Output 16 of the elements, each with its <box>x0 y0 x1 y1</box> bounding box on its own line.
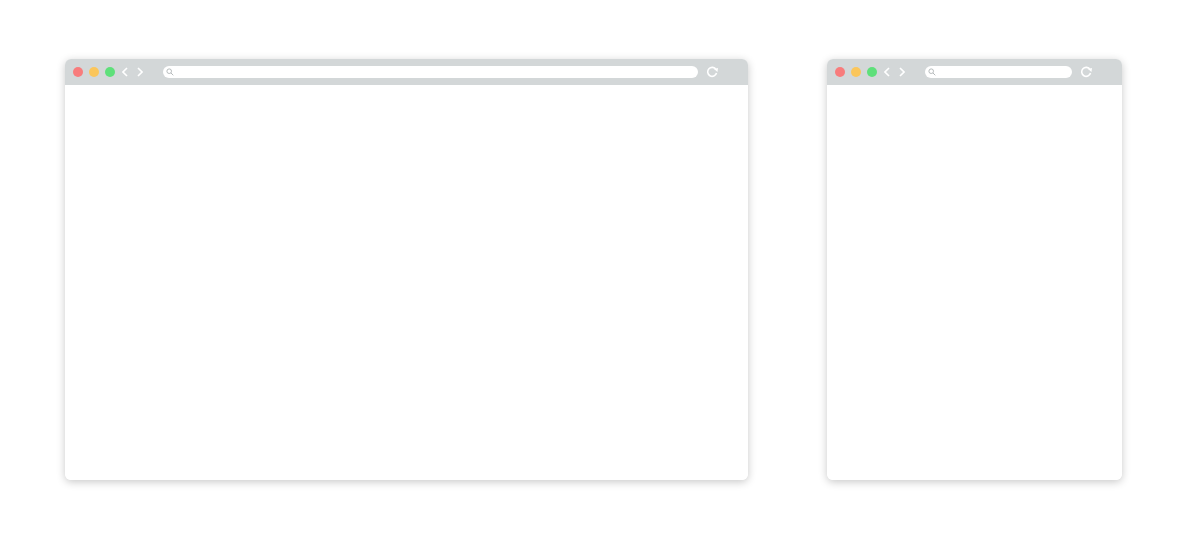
close-button[interactable] <box>835 67 845 77</box>
refresh-icon[interactable] <box>1080 66 1093 78</box>
refresh-icon[interactable] <box>706 66 719 78</box>
back-icon[interactable] <box>884 67 890 77</box>
minimize-button[interactable] <box>851 67 861 77</box>
address-bar[interactable] <box>163 66 698 78</box>
back-icon[interactable] <box>122 67 128 77</box>
search-icon <box>928 68 936 76</box>
minimize-button[interactable] <box>89 67 99 77</box>
close-button[interactable] <box>73 67 83 77</box>
search-icon <box>166 68 174 76</box>
maximize-button[interactable] <box>867 67 877 77</box>
forward-icon[interactable] <box>137 67 143 77</box>
maximize-button[interactable] <box>105 67 115 77</box>
forward-icon[interactable] <box>899 67 905 77</box>
address-bar[interactable] <box>925 66 1072 78</box>
